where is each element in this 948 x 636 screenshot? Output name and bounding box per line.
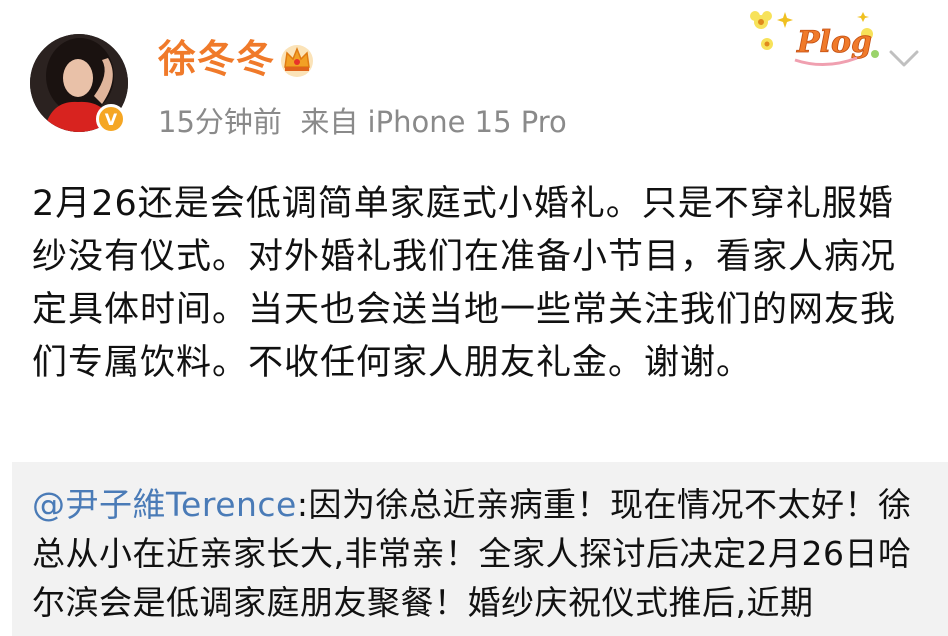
post-time: 15分钟前	[158, 105, 282, 139]
crown-icon	[281, 45, 313, 77]
repost-mention-link[interactable]: @尹子維Terence	[32, 485, 297, 524]
verified-icon: V	[96, 104, 126, 134]
post-text: 2月26还是会低调简单家庭式小婚礼。只是不穿礼服婚纱没有仪式。对外婚礼我们在准备…	[32, 184, 897, 383]
repost-text: @尹子維Terence:因为徐总近亲病重！现在情况不太好！徐总从小在近亲家长大,…	[32, 480, 932, 627]
post-meta: 15分钟前 来自 iPhone 15 Pro	[158, 104, 567, 140]
post-source: 来自 iPhone 15 Pro	[300, 105, 567, 139]
plog-decoration: Plog	[750, 11, 879, 67]
chevron-down-icon[interactable]	[888, 48, 920, 70]
weibo-post: V 徐冬冬 15分钟前 来自 iPhone 15 Pro Plog 2月26还是…	[0, 0, 948, 636]
plog-text: Plog	[796, 25, 872, 60]
repost-box[interactable]: @尹子維Terence:因为徐总近亲病重！现在情况不太好！徐总从小在近亲家长大,…	[12, 462, 948, 636]
user-name[interactable]: 徐冬冬	[158, 36, 275, 82]
